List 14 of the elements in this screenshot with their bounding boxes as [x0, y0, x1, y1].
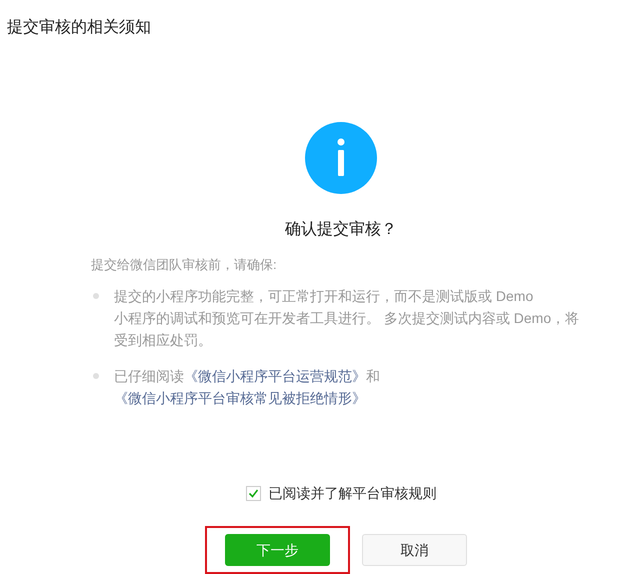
dialog-title: 提交审核的相关须知: [7, 18, 151, 38]
notice-text: 已仔细阅读《微信小程序平台运营规范》和 《微信小程序平台审核常见被拒绝情形》: [114, 367, 381, 408]
bullet-icon: [93, 293, 99, 299]
notice-text: 提交的小程序功能完整，可正常打开和运行，而不是测试版或 Demo 小程序的调试和预览可在开发者工具进行。 多次提交测试内容或 Demo，将受到相应处罚。: [114, 287, 580, 350]
rule-link[interactable]: 《微信小程序平台运营规范》: [184, 368, 366, 384]
agreement-label: 已阅读并了解平台审核规则: [268, 484, 436, 503]
info-icon: [305, 122, 377, 194]
next-button[interactable]: 下一步: [225, 534, 330, 566]
agreement-checkbox[interactable]: [246, 486, 260, 501]
bullet-icon: [93, 373, 99, 379]
cancel-button[interactable]: 取消: [362, 534, 467, 566]
rule-link[interactable]: 《微信小程序平台审核常见被拒绝情形》: [114, 390, 366, 406]
dialog-heading: 确认提交审核？: [285, 220, 397, 240]
intro-text: 提交给微信团队审核前，请确保:: [91, 256, 278, 274]
